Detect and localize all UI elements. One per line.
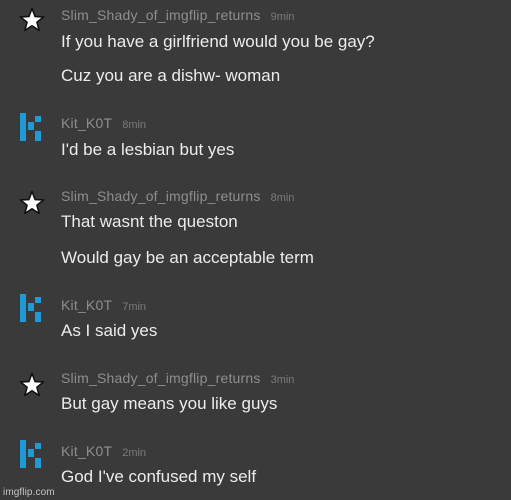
chat-thread: Slim_Shady_of_imgflip_returns 9min If you…	[0, 0, 511, 500]
timestamp: 8min	[270, 192, 295, 204]
timestamp: 7min	[122, 301, 147, 313]
timestamp: 3min	[270, 374, 295, 386]
message-text: As I said yes	[61, 321, 158, 340]
username[interactable]: Slim_Shady_of_imgflip_returns	[61, 370, 261, 386]
imgflip-watermark: imgflip.com	[3, 487, 55, 498]
kik-logo-icon[interactable]	[19, 439, 45, 469]
message-text: If you have a girlfriend would you be ga…	[61, 32, 375, 51]
message-text: That wasnt the queston	[61, 212, 238, 231]
kik-logo-icon[interactable]	[19, 112, 45, 142]
username[interactable]: Kit_K0T	[61, 115, 112, 131]
timestamp: 8min	[122, 119, 147, 131]
username[interactable]: Slim_Shady_of_imgflip_returns	[61, 188, 261, 204]
star-icon[interactable]	[19, 188, 45, 218]
message-text: Cuz you are a dishw- woman	[61, 66, 281, 85]
username[interactable]: Kit_K0T	[61, 443, 112, 459]
kik-logo-icon[interactable]	[19, 293, 45, 323]
timestamp: 2min	[122, 447, 147, 459]
star-icon[interactable]	[19, 370, 45, 400]
message-text: But gay means you like guys	[61, 394, 278, 413]
message-text: I'd be a lesbian but yes	[61, 140, 235, 159]
timestamp: 9min	[270, 11, 295, 23]
username[interactable]: Kit_K0T	[61, 297, 112, 313]
username[interactable]: Slim_Shady_of_imgflip_returns	[61, 7, 261, 23]
message-text: God I've confused my self	[61, 467, 257, 486]
star-icon[interactable]	[19, 5, 45, 35]
message-text: Would gay be an acceptable term	[61, 248, 314, 267]
